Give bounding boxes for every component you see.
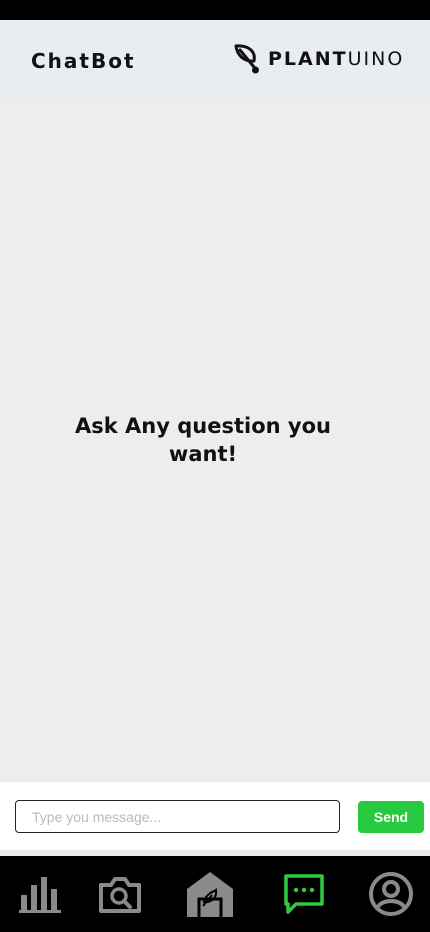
brand-name-bold: PLANT bbox=[268, 47, 348, 70]
bar-chart-icon bbox=[19, 877, 61, 913]
bottom-nav bbox=[0, 856, 430, 932]
page-title: ChatBot bbox=[31, 49, 136, 73]
brand-logo: PLANTUINO bbox=[232, 43, 404, 75]
app-header: ChatBot PLANTUINO bbox=[0, 20, 430, 100]
camera-search-icon bbox=[99, 877, 141, 913]
leaf-logo-icon bbox=[234, 44, 259, 74]
brand-name-light: UINO bbox=[347, 47, 405, 70]
send-button[interactable]: Send bbox=[358, 801, 424, 833]
nav-item-scan[interactable] bbox=[92, 856, 148, 932]
chat-area: Ask Any question you want! bbox=[0, 100, 430, 782]
nav-item-profile[interactable] bbox=[362, 856, 420, 932]
status-bar bbox=[0, 0, 430, 20]
message-composer: Send bbox=[0, 782, 430, 850]
greenhouse-icon bbox=[187, 872, 233, 917]
nav-item-stats[interactable] bbox=[13, 856, 69, 932]
message-input[interactable] bbox=[15, 800, 340, 833]
empty-chat-prompt: Ask Any question you want! bbox=[75, 414, 331, 466]
nav-item-home[interactable] bbox=[180, 856, 240, 932]
chat-icon bbox=[284, 874, 324, 914]
nav-item-chatbot[interactable] bbox=[276, 856, 332, 932]
account-icon bbox=[369, 872, 413, 916]
